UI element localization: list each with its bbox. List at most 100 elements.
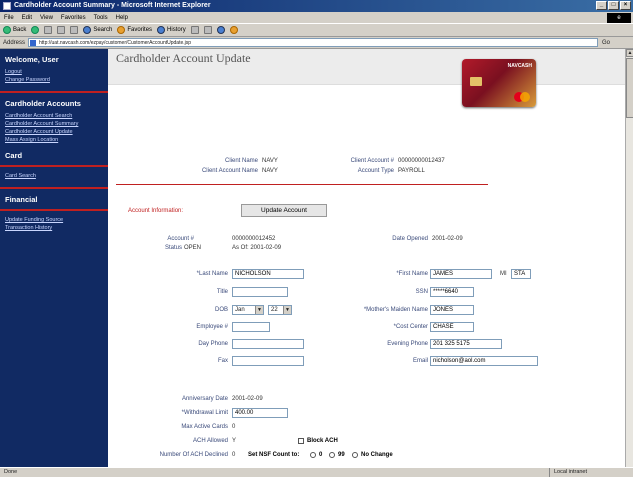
ach-allowed-value: Y: [232, 438, 237, 444]
search-button[interactable]: Search: [83, 26, 112, 34]
client-name-value: NAVY: [262, 158, 278, 164]
mail-button[interactable]: [190, 26, 199, 34]
evening-phone-input[interactable]: 201 325 5175: [430, 339, 502, 349]
menu-view[interactable]: View: [40, 15, 53, 21]
cardholder-accounts-heading: Cardholder Accounts: [5, 99, 81, 108]
client-account-no-label: Client Account #: [350, 158, 394, 164]
go-button[interactable]: Go: [602, 40, 610, 46]
address-label: Address: [3, 39, 26, 46]
nsf-0-radio[interactable]: [310, 452, 316, 458]
ie-app-icon: [3, 2, 11, 10]
browser-toolbar: Back Search Favorites History: [0, 23, 633, 37]
client-name-label: Client Name: [224, 158, 258, 164]
home-button[interactable]: [70, 26, 79, 34]
messenger-button[interactable]: [229, 26, 238, 34]
forward-button[interactable]: [31, 26, 40, 34]
block-ach-label: Block ACH: [307, 438, 338, 444]
cost-center-input[interactable]: CHASE: [430, 322, 474, 332]
last-name-input[interactable]: NICHOLSON: [232, 269, 304, 279]
cardholder-account-summary-link[interactable]: Cardholder Account Summary: [5, 121, 103, 127]
fax-input[interactable]: [232, 356, 304, 366]
update-funding-source-link[interactable]: Update Funding Source: [5, 217, 103, 223]
nsf-99-label: 99: [338, 452, 345, 458]
scroll-up-icon[interactable]: ▲: [626, 49, 633, 57]
anniversary-date-value: 2001-02-09: [232, 396, 263, 402]
middle-initial-input[interactable]: STA: [511, 269, 531, 279]
dob-month-select[interactable]: Jan ▼: [232, 305, 264, 315]
dob-day-select[interactable]: 22 ▼: [268, 305, 292, 315]
employee-no-input[interactable]: [232, 322, 270, 332]
page-title: Cardholder Account Update: [116, 51, 251, 65]
title-input[interactable]: [232, 287, 288, 297]
date-opened-value: 2001-02-09: [432, 236, 463, 242]
scroll-thumb[interactable]: [626, 58, 633, 118]
cost-center-label: *Cost Center: [393, 324, 428, 330]
mothers-maiden-name-input[interactable]: JONES: [430, 305, 474, 315]
maximize-button[interactable]: □: [608, 1, 619, 10]
ssn-label: SSN: [415, 289, 428, 295]
cardholder-account-search-link[interactable]: Cardholder Account Search: [5, 113, 103, 119]
favorites-button[interactable]: Favorites: [117, 26, 152, 34]
update-account-button[interactable]: Update Account: [241, 204, 327, 217]
mastercard-logo-icon: [514, 92, 530, 102]
status-label: Status: [164, 245, 182, 251]
cardholder-account-update-link[interactable]: Cardholder Account Update: [5, 129, 103, 135]
address-input[interactable]: http://uat.navcash.com/ezpay/customer/Cu…: [28, 38, 599, 47]
back-button[interactable]: Back: [3, 26, 26, 34]
close-button[interactable]: ×: [620, 1, 631, 10]
minimize-button[interactable]: _: [596, 1, 607, 10]
change-password-link[interactable]: Change Password: [5, 77, 103, 83]
welcome-heading: Welcome, User: [5, 55, 59, 64]
email-input[interactable]: nicholson@aol.com: [430, 356, 538, 366]
refresh-icon: [57, 26, 66, 34]
account-no-label: Account #: [167, 236, 194, 242]
vertical-scrollbar[interactable]: ▲: [625, 49, 633, 467]
print-button[interactable]: [203, 26, 212, 34]
edit-button[interactable]: [216, 26, 225, 34]
history-button[interactable]: History: [157, 26, 186, 34]
card-search-link[interactable]: Card Search: [5, 173, 103, 179]
account-type-value: PAYROLL: [398, 168, 425, 174]
menu-favorites[interactable]: Favorites: [61, 15, 86, 21]
status-value: OPEN: [184, 245, 202, 251]
client-account-no-value: 00000000012437: [398, 158, 445, 164]
stop-button[interactable]: [44, 26, 53, 34]
middle-initial-label: MI: [500, 271, 507, 277]
first-name-input[interactable]: JAMES: [430, 269, 492, 279]
employee-no-label: Employee #: [196, 324, 228, 330]
menu-tools[interactable]: Tools: [94, 15, 108, 21]
menu-help[interactable]: Help: [116, 15, 128, 21]
nsf-0-label: 0: [319, 452, 323, 458]
refresh-button[interactable]: [57, 26, 66, 34]
stop-icon: [44, 26, 53, 34]
menubar: File Edit View Favorites Tools Help e: [0, 12, 633, 23]
window-title: Cardholder Account Summary - Microsoft I…: [14, 2, 211, 9]
main-content: Cardholder Account Update NAVCASH Client…: [108, 49, 625, 467]
chevron-down-icon: ▼: [255, 306, 263, 314]
forward-arrow-icon: [31, 26, 40, 34]
day-phone-input[interactable]: [232, 339, 304, 349]
block-ach-checkbox[interactable]: [298, 438, 304, 444]
dob-day-value: 22: [271, 307, 278, 313]
search-icon: [83, 26, 92, 34]
logout-link[interactable]: Logout: [5, 69, 103, 75]
nsf-no-change-radio[interactable]: [352, 452, 358, 458]
page-icon: [30, 40, 37, 46]
menu-file[interactable]: File: [4, 15, 14, 21]
page-header: Cardholder Account Update: [108, 49, 625, 85]
mass-assign-location-link[interactable]: Mass Assign Location: [5, 137, 103, 143]
account-no-value: 0000000012452: [232, 236, 276, 242]
menu-edit[interactable]: Edit: [22, 15, 32, 21]
evening-phone-label: Evening Phone: [387, 341, 428, 347]
nsf-no-change-label: No Change: [361, 452, 393, 458]
security-zone: Local intranet: [549, 468, 629, 477]
window-titlebar: Cardholder Account Summary - Microsoft I…: [0, 0, 633, 12]
financial-heading: Financial: [5, 195, 38, 204]
sidebar-divider: [0, 209, 108, 211]
transaction-history-link[interactable]: Transaction History: [5, 225, 103, 231]
withdrawal-limit-input[interactable]: 400.00: [232, 408, 288, 418]
messenger-icon: [229, 26, 238, 34]
nsf-99-radio[interactable]: [329, 452, 335, 458]
ssn-input[interactable]: *****6640: [430, 287, 474, 297]
section-divider: [116, 184, 488, 185]
